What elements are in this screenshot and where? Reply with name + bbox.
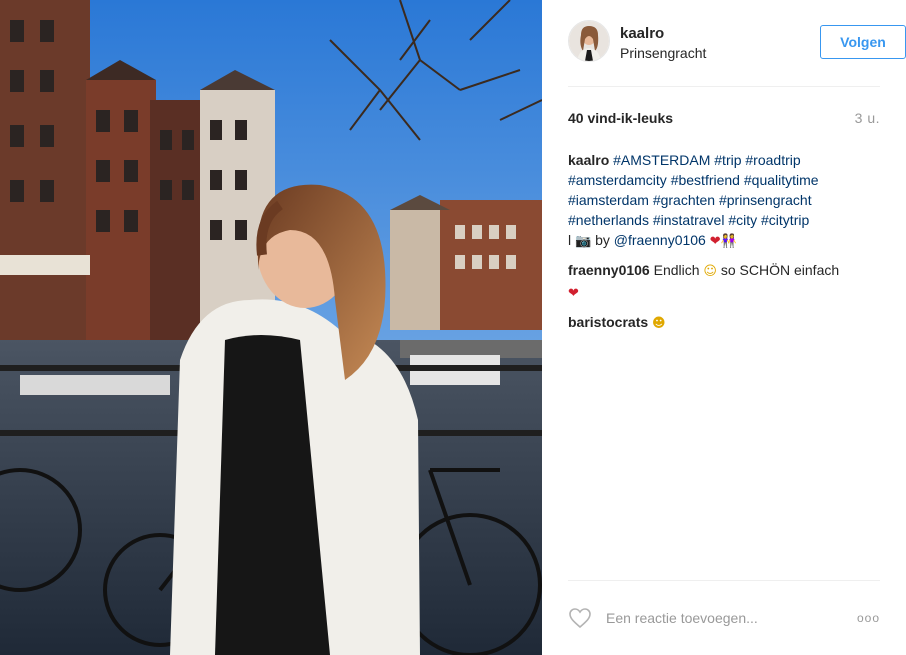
post-modal: kaalro Prinsengracht Volgen 40 vind-ik-l… [0,0,906,655]
comment-item: baristocrats ☻ [568,312,880,334]
hashtag[interactable]: #bestfriend [671,172,740,188]
hashtag[interactable]: #trip [714,152,741,168]
caption: kaalro #AMSTERDAM #trip #roadtrip #amste… [568,150,880,252]
hashtag[interactable]: #citytrip [761,212,809,228]
hashtag[interactable]: #grachten [653,192,715,208]
hashtag[interactable]: #AMSTERDAM [613,152,710,168]
comments-list: kaalro #AMSTERDAM #trip #roadtrip #amste… [568,150,880,342]
post-sidebar: kaalro Prinsengracht Volgen 40 vind-ik-l… [542,0,906,655]
add-comment-input[interactable]: Een reactie toevoegen... [606,610,758,626]
hashtag[interactable]: #prinsengracht [719,192,812,208]
comment-username[interactable]: fraenny0106 [568,262,650,278]
caption-username[interactable]: kaalro [568,152,609,168]
camera-emoji: 📷 [575,234,592,249]
comment-bar: Een reactie toevoegen... ooo [568,604,880,634]
avatar[interactable] [568,20,610,62]
comment-item: fraenny0106 Endlich ☺ so SCHÖN einfach ❤ [568,260,880,304]
more-options-icon[interactable]: ooo [857,611,880,625]
tongue-out-emoji: ☻ [652,316,666,331]
hashtag[interactable]: #amsterdamcity [568,172,667,188]
comment-username[interactable]: baristocrats [568,314,648,330]
comment-text: so SCHÖN einfach [720,262,840,278]
heart-outline-icon[interactable] [568,606,592,630]
avatar-image [569,21,609,61]
post-header: kaalro Prinsengracht Volgen [568,20,906,66]
hashtag[interactable]: #netherlands [568,212,649,228]
heart-emoji: ❤ [568,286,579,301]
post-username[interactable]: kaalro [620,25,664,42]
follow-button[interactable]: Volgen [820,25,906,59]
footer-divider [568,580,880,581]
caption-text: l [568,232,572,248]
hashtag[interactable]: #qualitytime [744,172,819,188]
hashtag[interactable]: #roadtrip [745,152,800,168]
grinning-emoji: ☺ [703,264,717,279]
couple-emoji: 👭 [720,234,737,249]
comment-text: Endlich [653,262,700,278]
post-location[interactable]: Prinsengracht [620,45,706,61]
header-divider [568,86,880,87]
like-count[interactable]: 40 vind-ik-leuks [568,110,673,126]
photo-canvas [0,0,542,655]
mention-link[interactable]: @fraenny0106 [614,232,706,248]
hashtag[interactable]: #city [728,212,757,228]
hearts-emoji: ❤ [709,234,721,249]
hashtag[interactable]: #iamsterdam [568,192,649,208]
hashtag[interactable]: #instatravel [653,212,725,228]
post-photo[interactable] [0,0,542,655]
caption-text: by [595,232,610,248]
post-timestamp[interactable]: 3 u. [855,110,880,126]
